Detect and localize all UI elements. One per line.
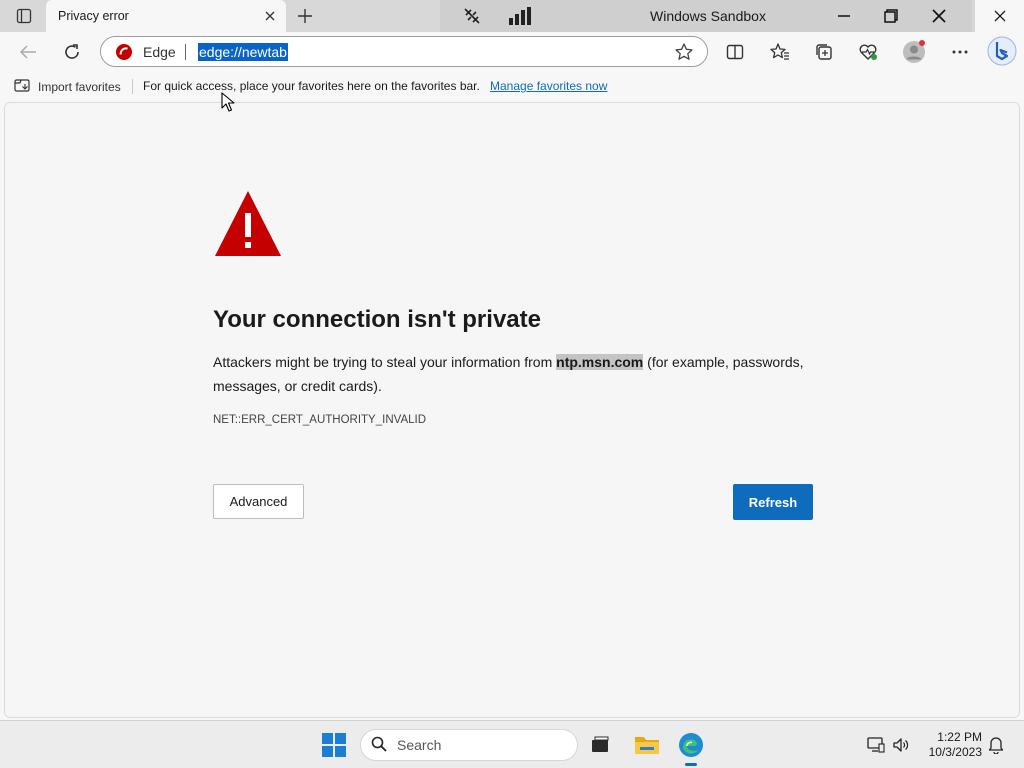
- close-icon[interactable]: [262, 8, 278, 24]
- clock-date: 10/3/2023: [928, 745, 982, 759]
- edge-icon[interactable]: [675, 729, 707, 761]
- taskbar-clock[interactable]: 1:22 PM 10/3/2023: [920, 730, 982, 760]
- copilot-icon[interactable]: [986, 35, 1018, 67]
- manage-favorites-link[interactable]: Manage favorites now: [490, 79, 607, 93]
- favorites-icon[interactable]: [768, 40, 792, 64]
- plus-icon[interactable]: [292, 4, 318, 28]
- notification-bell-icon[interactable]: [988, 736, 1006, 755]
- not-secure-warning-icon[interactable]: [115, 43, 133, 61]
- active-app-indicator: [685, 763, 697, 766]
- performance-icon[interactable]: [856, 40, 880, 64]
- window-title: Windows Sandbox: [650, 8, 766, 24]
- tab-privacy-error[interactable]: Privacy error: [46, 0, 286, 32]
- browser-close-icon[interactable]: [975, 0, 1024, 32]
- more-icon[interactable]: [948, 40, 972, 64]
- search-icon: [371, 736, 387, 755]
- favorite-star-icon[interactable]: [674, 42, 694, 62]
- favorites-bar: Import favorites For quick access, place…: [0, 72, 1024, 100]
- advanced-button[interactable]: Advanced: [213, 484, 304, 519]
- favorites-bar-message: For quick access, place your favorites h…: [143, 79, 480, 93]
- url-text[interactable]: edge://newtab: [198, 43, 288, 61]
- minimize-icon[interactable]: [821, 0, 867, 32]
- profile-icon[interactable]: [902, 40, 926, 64]
- favorites-divider: [132, 79, 133, 94]
- import-favorites-button[interactable]: Import favorites: [14, 78, 121, 95]
- mouse-cursor-icon: [221, 92, 235, 112]
- restore-icon[interactable]: [868, 0, 914, 32]
- tab-title: Privacy error: [58, 9, 129, 23]
- site-label: Edge: [143, 44, 176, 60]
- network-icon[interactable]: [462, 6, 482, 26]
- task-view-icon[interactable]: [584, 729, 616, 761]
- import-favorites-label: Import favorites: [38, 79, 121, 94]
- file-explorer-icon[interactable]: [631, 729, 663, 761]
- clock-time: 1:22 PM: [937, 730, 982, 744]
- signal-bars-icon[interactable]: [509, 7, 531, 25]
- refresh-icon[interactable]: [58, 38, 86, 66]
- address-separator: [185, 44, 186, 60]
- warning-icon: [213, 189, 283, 259]
- error-code: NET::ERR_CERT_AUTHORITY_INVALID: [213, 414, 427, 426]
- split-screen-icon[interactable]: [723, 40, 747, 64]
- collections-icon[interactable]: [812, 40, 836, 64]
- taskbar-search[interactable]: Search: [360, 729, 578, 761]
- address-bar[interactable]: Edge edge://newtab: [100, 36, 708, 67]
- refresh-button[interactable]: Refresh: [733, 484, 813, 520]
- page-content: Your connection isn't private Attackers …: [4, 102, 1020, 718]
- error-message: Attackers might be trying to steal your …: [213, 350, 823, 398]
- error-heading: Your connection isn't private: [213, 306, 541, 333]
- browser-toolbar: Edge edge://newtab: [0, 32, 1024, 72]
- title-bar: Privacy error Windows Sandbox: [0, 0, 1024, 32]
- close-window-icon[interactable]: [916, 0, 962, 32]
- error-host: ntp.msn.com: [556, 354, 644, 370]
- tab-actions-icon[interactable]: [6, 5, 42, 27]
- import-favorites-icon: [14, 78, 30, 95]
- speaker-icon[interactable]: [892, 736, 910, 754]
- windows-start-icon[interactable]: [322, 733, 346, 757]
- search-placeholder: Search: [397, 737, 442, 753]
- display-icon[interactable]: [867, 736, 885, 754]
- back-arrow-icon[interactable]: [14, 38, 42, 66]
- error-message-start: Attackers might be trying to steal your …: [213, 354, 557, 370]
- taskbar: Search 1:22 PM 10/3/2023: [0, 720, 1024, 768]
